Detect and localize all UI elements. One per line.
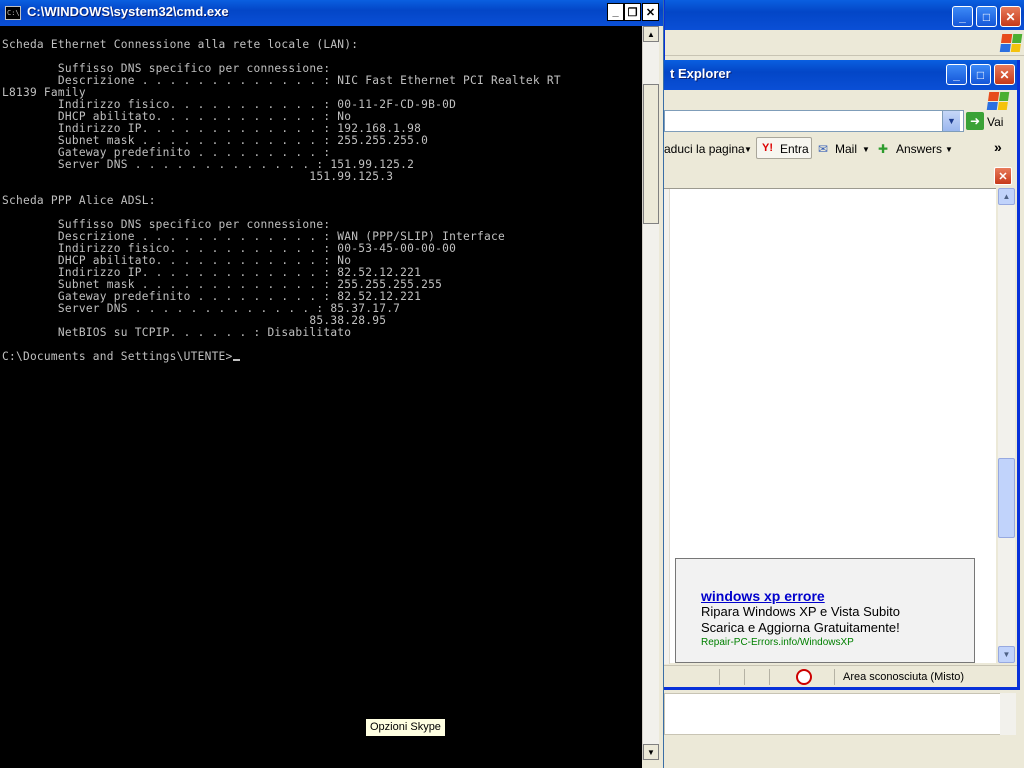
answers-button[interactable]: Answers bbox=[896, 142, 942, 156]
background-close-button[interactable]: ✕ bbox=[1000, 6, 1021, 27]
status-bar: Area sconosciuta (Misto) bbox=[664, 665, 1017, 687]
cmd-scrollbar[interactable]: ▲ ▼ bbox=[642, 26, 659, 760]
scroll-down-arrow-icon[interactable]: ▼ bbox=[643, 744, 659, 760]
ie-minimize-button[interactable]: _ bbox=[946, 64, 967, 85]
address-bar-input[interactable] bbox=[664, 110, 964, 132]
scroll-up-arrow-icon[interactable]: ▲ bbox=[643, 26, 659, 42]
text-cursor bbox=[232, 359, 240, 361]
translate-page-link[interactable]: aduci la pagina bbox=[664, 142, 745, 156]
cmd-titlebar[interactable]: C:\ C:\WINDOWS\system32\cmd.exe _ ❐ ✕ bbox=[0, 0, 663, 26]
scrollbar-thumb[interactable] bbox=[998, 458, 1015, 538]
cmd-close-button[interactable]: ✕ bbox=[642, 3, 659, 21]
ie-close-button[interactable]: ✕ bbox=[994, 64, 1015, 85]
blocked-popup-icon[interactable] bbox=[796, 669, 812, 685]
entra-button[interactable]: Entra bbox=[780, 142, 809, 156]
console-text: Scheda Ethernet Connessione alla rete lo… bbox=[2, 39, 561, 363]
windows-flag-icon bbox=[999, 34, 1023, 52]
mail-button[interactable]: Mail bbox=[835, 142, 857, 156]
ie-maximize-button[interactable]: □ bbox=[970, 64, 991, 85]
ad-box: windows xp errore Ripara Windows XP e Vi… bbox=[675, 558, 975, 663]
yahoo-icon: Y! bbox=[762, 142, 773, 154]
lower-window-scrollbar[interactable] bbox=[1000, 693, 1016, 735]
go-button[interactable]: Vai bbox=[987, 115, 1003, 129]
console-output[interactable]: Scheda Ethernet Connessione alla rete lo… bbox=[0, 26, 642, 768]
page-left-strip bbox=[664, 189, 670, 664]
windows-flag-icon bbox=[986, 92, 1010, 110]
console-log: Scheda Ethernet Connessione alla rete lo… bbox=[2, 38, 561, 339]
ie-titlebar[interactable]: t Explorer _ □ ✕ bbox=[664, 60, 1017, 90]
ad-url[interactable]: Repair-PC-Errors.info/WindowsXP bbox=[701, 637, 854, 648]
ad-title-link[interactable]: windows xp errore bbox=[701, 588, 825, 604]
scroll-down-arrow-icon[interactable]: ▼ bbox=[998, 646, 1015, 663]
ie-window-title: t Explorer bbox=[670, 66, 731, 81]
answers-icon: ✚ bbox=[878, 142, 889, 156]
more-links-button[interactable]: » bbox=[994, 139, 1002, 155]
ad-line-1: Ripara Windows XP e Vista Subito bbox=[701, 604, 900, 619]
background-menubar bbox=[665, 30, 1024, 56]
skype-options-tooltip: Opzioni Skype bbox=[365, 718, 446, 737]
chevron-down-icon[interactable]: ▼ bbox=[945, 145, 953, 154]
mail-icon: ✉ bbox=[818, 142, 829, 156]
page-scrollbar[interactable]: ▲ ▼ bbox=[998, 188, 1015, 663]
scroll-up-arrow-icon[interactable]: ▲ bbox=[998, 188, 1015, 205]
address-dropdown-button[interactable]: ▼ bbox=[942, 111, 960, 131]
ad-line-2: Scarica e Aggiorna Gratuitamente! bbox=[701, 620, 900, 635]
lower-background-window bbox=[664, 690, 1020, 768]
cmd-restore-button[interactable]: ❐ bbox=[624, 3, 641, 21]
cmd-minimize-button[interactable]: _ bbox=[607, 3, 624, 21]
cmd-scrollbar-thumb[interactable] bbox=[643, 84, 659, 224]
security-zone-label: Area sconosciuta (Misto) bbox=[843, 671, 965, 683]
close-panel-button[interactable]: ✕ bbox=[994, 167, 1012, 185]
cmd-icon[interactable]: C:\ bbox=[5, 6, 21, 20]
console-prompt: C:\Documents and Settings\UTENTE> bbox=[2, 350, 233, 363]
background-minimize-button[interactable]: _ bbox=[952, 6, 973, 27]
cmd-window-title: C:\WINDOWS\system32\cmd.exe bbox=[27, 4, 229, 19]
chevron-down-icon[interactable]: ▼ bbox=[744, 145, 752, 154]
go-arrow-icon[interactable]: ➜ bbox=[966, 112, 984, 130]
cmd-window: C:\ C:\WINDOWS\system32\cmd.exe _ ❐ ✕ Sc… bbox=[0, 0, 663, 768]
links-toolbar: aduci la pagina ▼ Y! Entra ✉ Mail ▼ ✚ An… bbox=[664, 136, 1017, 162]
chevron-down-icon[interactable]: ▼ bbox=[862, 145, 870, 154]
ie-window: t Explorer _ □ ✕ ▼ ➜ Vai aduci la pagina… bbox=[664, 60, 1020, 690]
lower-window-content bbox=[664, 693, 1016, 735]
background-maximize-button[interactable]: □ bbox=[976, 6, 997, 27]
